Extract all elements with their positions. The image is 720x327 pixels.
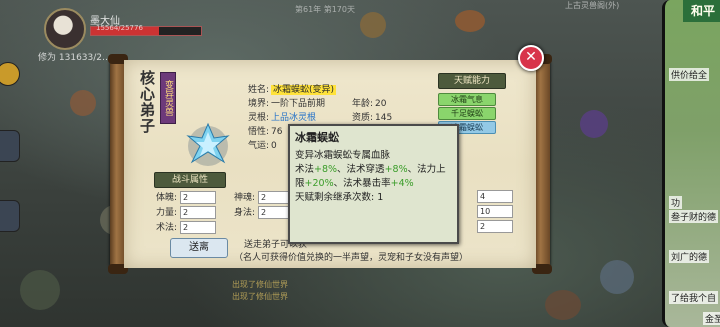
player-hp-text: 15564/25776 [96,24,143,32]
side-panel-text: 了给我个自 [669,291,719,304]
map-sprite [455,10,485,32]
tooltip-line: 变异冰霜蜈蚣专属血脉 [295,150,391,161]
event-log: 出现了修仙世界 出现了修仙世界 [232,278,532,302]
attr-value: 2 [477,220,513,233]
talent-chip[interactable]: 冰霜气息 [438,93,496,106]
side-panel-text: 供价给全 [669,68,710,81]
day-counter: 第61年 第170天 [295,5,355,14]
wisdom-row: 悟性: 76 [248,124,283,137]
age-value: 20 [375,99,387,109]
tooltip-line: 术法+8%、法术穿透+8%、法力上 [295,163,452,177]
attr-value: 2 [180,206,217,219]
age-row: 年龄: 20 [352,96,387,109]
age-label: 年龄: [352,99,374,109]
side-panel-text: 刘广的德 [669,250,710,263]
map-sprite [70,90,96,116]
dismiss-note-detail: （名人可获得价值兑换的一半声望，灵宠和子女没有声望） [234,253,469,263]
aptitude-row: 资质: 145 [352,110,392,123]
name-label: 姓名: [248,85,270,95]
power-label: 修为 [38,53,57,63]
side-panel-text: 金圣 [703,312,720,325]
tooltip-text: 、法术暴击率 [333,178,391,189]
attr-value: 4 [477,190,513,203]
attr-label: 身法: [234,208,256,218]
map-sprite [20,270,60,310]
player-avatar[interactable] [44,8,86,50]
map-sprite [545,290,581,320]
side-phone-panel: 和平 供价给全 功 叁子财的德 刘广的德 了给我个自 金圣 [662,0,720,327]
talent-title: 天赋能力 [438,73,506,89]
side-panel-brand: 和平 [683,0,720,22]
aptitude-value: 145 [375,113,393,123]
attr-row: 体魄: 2 [156,190,217,204]
tooltip-bonus: +8% [314,164,338,175]
map-sprite [600,260,634,294]
attr-label: 体魄: [156,193,178,203]
name-value: 冰霜蜈蚣(变异) [271,85,337,95]
aptitude-label: 资质: [352,113,374,123]
attr-row-right: 10 [474,205,513,218]
talent-tooltip: 冰霜蜈蚣 变异冰霜蜈蚣专属血脉 术法+8%、法术穿透+8%、法力上 限+20%、… [288,124,459,244]
tooltip-bonus: +8% [384,164,408,175]
attr-label: 力量: [156,208,178,218]
realm-label: 境界: [248,99,270,109]
dialog-title: 核心弟子 [138,70,156,134]
tooltip-line: 天赋剩余继承次数: 1 [295,192,384,203]
wisdom-value: 76 [271,127,283,137]
tooltip-bonus: +4% [390,178,414,189]
talent-chip[interactable]: 千足蜈蚣 [438,107,496,120]
map-sprite [360,12,386,38]
attr-row: 术法: 2 [156,220,217,234]
attr-row: 力量: 2 [156,205,217,219]
root-row: 灵根: 上品冰灵根 [248,110,316,123]
log-line: 出现了修仙世界 [232,280,288,289]
tooltip-body: 变异冰霜蜈蚣专属血脉 术法+8%、法术穿透+8%、法力上 限+20%、法术暴击率… [295,149,452,205]
close-button[interactable]: ✕ [518,45,544,71]
attr-row: 神魂: 2 [234,190,295,204]
log-line: 出现了修仙世界 [232,292,288,301]
root-label: 灵根: [248,113,270,123]
realm-value: 一阶下品前期 [271,99,326,109]
luck-label: 气运: [248,141,270,151]
side-menu-button[interactable] [0,130,20,162]
combat-attributes-title: 战斗属性 [154,172,226,188]
attr-value: 2 [180,191,217,204]
luck-value: 0 [271,141,277,151]
side-menu-button[interactable] [0,200,20,232]
tooltip-bonus: +20% [304,178,334,189]
scroll-roller-right [532,54,552,274]
attr-row-right: 2 [474,220,513,233]
player-hud: 墨大仙 15564/25776 修为 131633/2… [38,4,253,64]
attr-row-right: 4 [474,190,513,203]
tooltip-text: 限 [295,178,305,189]
tooltip-text: 术法 [295,164,315,175]
tooltip-text: 、法术穿透 [337,164,385,175]
map-sprite [580,110,608,138]
wisdom-label: 悟性: [248,127,270,137]
name-row: 姓名: 冰霜蜈蚣(变异) [248,82,337,95]
attr-label: 术法: [156,223,178,233]
tooltip-title: 冰霜蜈蚣 [295,131,339,144]
side-panel-text: 功 [669,196,683,209]
location-label: 上古灵兽阁(外) [565,1,620,10]
attr-value: 10 [477,205,513,218]
player-power: 修为 131633/2… [38,50,111,63]
attr-row: 身法: 2 [234,205,295,219]
dismiss-button[interactable]: 送离 [170,238,228,258]
ice-centipede-portrait [186,122,230,166]
tooltip-line: 限+20%、法术暴击率+4% [295,177,452,191]
side-panel-text: 叁子财的德 [669,210,719,223]
root-value: 上品冰灵根 [271,113,317,123]
attr-label: 神魂: [234,193,256,203]
luck-row: 气运: 0 [248,138,277,151]
realm-row: 境界: 一阶下品前期 [248,96,325,109]
attr-value: 2 [180,221,217,234]
tooltip-text: 、法力上 [407,164,446,175]
power-value: 131633/2… [58,53,112,63]
disciple-type-banner: 变异灵兽 [160,72,176,124]
